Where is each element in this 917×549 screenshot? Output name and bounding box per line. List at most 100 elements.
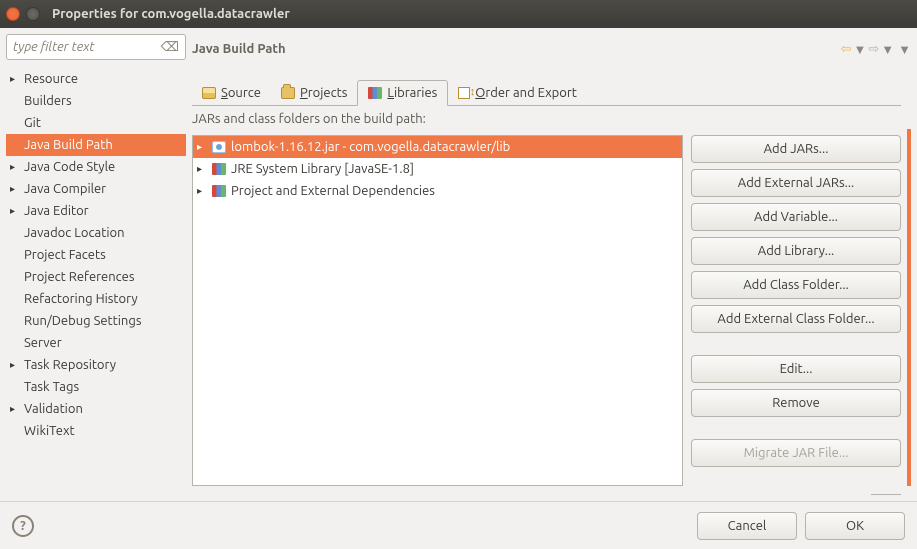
nav-item[interactable]: ▸Validation	[6, 398, 186, 420]
close-icon[interactable]	[6, 7, 20, 21]
nav-forward-menu-icon[interactable]: ▼	[881, 42, 894, 57]
add-external-jars-button[interactable]: Add External JARs...	[691, 169, 901, 197]
nav-item[interactable]: Task Tags	[6, 376, 186, 398]
source-icon	[202, 87, 216, 99]
expand-arrow-icon[interactable]: ▸	[10, 183, 22, 195]
add-external-class-folder-button[interactable]: Add External Class Folder...	[691, 305, 901, 333]
library-item[interactable]: ▸ Project and External Dependencies	[193, 180, 682, 202]
left-pane: type filter text ⌫ ▸ResourceBuildersGitJ…	[6, 34, 186, 495]
ok-button[interactable]: OK	[805, 512, 905, 540]
nav-extra-menu-icon[interactable]: ▼	[898, 42, 911, 57]
dialog-content: type filter text ⌫ ▸ResourceBuildersGitJ…	[0, 28, 917, 501]
expand-arrow-icon[interactable]: ▸	[10, 359, 22, 371]
library-item[interactable]: ▸ lombok-1.16.12.jar - com.vogella.datacr…	[193, 136, 682, 158]
expand-arrow-icon[interactable]: ▸	[10, 161, 22, 173]
nav-item-label: Java Code Style	[22, 160, 115, 174]
nav-tree: ▸ResourceBuildersGitJava Build Path▸Java…	[6, 64, 186, 495]
jar-icon	[212, 141, 226, 153]
clear-filter-icon[interactable]: ⌫	[161, 40, 179, 55]
library-item-label: Project and External Dependencies	[231, 184, 435, 198]
tab-projects[interactable]: Projects	[271, 80, 357, 106]
nav-item-label: Run/Debug Settings	[22, 314, 141, 328]
nav-item[interactable]: Java Build Path	[6, 134, 186, 156]
nav-item[interactable]: Git	[6, 112, 186, 134]
library-icon	[212, 163, 226, 175]
expand-arrow-icon[interactable]: ▸	[197, 141, 207, 153]
right-pane: Java Build Path ⇦ ▼ ⇨ ▼ ▼ Source Project…	[192, 34, 911, 495]
dialog-buttons: Cancel OK	[697, 512, 905, 540]
nav-item[interactable]: ▸Java Compiler	[6, 178, 186, 200]
tab-source[interactable]: Source	[192, 80, 271, 106]
nav-back-icon[interactable]: ⇦	[841, 42, 852, 57]
remove-button[interactable]: Remove	[691, 389, 901, 417]
tab-order[interactable]: Order and Export	[448, 80, 587, 106]
add-library-button[interactable]: Add Library...	[691, 237, 901, 265]
library-item[interactable]: ▸ JRE System Library [JavaSE-1.8]	[193, 158, 682, 180]
minimize-icon[interactable]	[26, 7, 40, 21]
nav-item-label: Resource	[22, 72, 78, 86]
libraries-icon	[368, 87, 382, 99]
nav-item[interactable]: ▸Task Repository	[6, 354, 186, 376]
build-body: ▸ lombok-1.16.12.jar - com.vogella.datacr…	[192, 129, 911, 486]
titlebar: Properties for com.vogella.datacrawler	[0, 0, 917, 28]
order-icon	[458, 87, 470, 99]
nav-item[interactable]: Javadoc Location	[6, 222, 186, 244]
nav-item-label: Project Facets	[22, 248, 106, 262]
nav-item-label: WikiText	[22, 424, 75, 438]
tab-libraries[interactable]: Libraries	[357, 80, 448, 106]
nav-item-label: Git	[22, 116, 41, 130]
nav-item-label: Java Build Path	[22, 138, 113, 152]
window-title: Properties for com.vogella.datacrawler	[52, 7, 290, 21]
nav-item[interactable]: Builders	[6, 90, 186, 112]
nav-item-label: Project References	[22, 270, 134, 284]
page-header: Java Build Path ⇦ ▼ ⇨ ▼ ▼	[192, 34, 911, 64]
library-item-label: JRE System Library [JavaSE-1.8]	[231, 162, 414, 176]
edit-button[interactable]: Edit...	[691, 355, 901, 383]
nav-arrows: ⇦ ▼ ⇨ ▼ ▼	[841, 42, 911, 57]
resize-grip	[871, 494, 901, 495]
nav-item[interactable]: WikiText	[6, 420, 186, 442]
library-icon	[212, 185, 226, 197]
nav-item[interactable]: Server	[6, 332, 186, 354]
libraries-tree[interactable]: ▸ lombok-1.16.12.jar - com.vogella.datacr…	[192, 135, 683, 486]
nav-item-label: Java Editor	[22, 204, 89, 218]
expand-arrow-icon[interactable]: ▸	[10, 73, 22, 85]
filter-input[interactable]: type filter text ⌫	[6, 34, 186, 60]
nav-item-label: Refactoring History	[22, 292, 138, 306]
projects-icon	[281, 87, 295, 99]
add-variable-button[interactable]: Add Variable...	[691, 203, 901, 231]
nav-item-label: Java Compiler	[22, 182, 106, 196]
nav-item[interactable]: ▸Java Editor	[6, 200, 186, 222]
nav-item[interactable]: Project Facets	[6, 244, 186, 266]
add-class-folder-button[interactable]: Add Class Folder...	[691, 271, 901, 299]
nav-item-label: Task Repository	[22, 358, 116, 372]
expand-arrow-icon[interactable]: ▸	[197, 163, 207, 175]
bottom-bar: ? Cancel OK	[0, 501, 917, 549]
library-item-label: lombok-1.16.12.jar - com.vogella.datacra…	[231, 140, 510, 154]
nav-item[interactable]: ▸Java Code Style	[6, 156, 186, 178]
cancel-button[interactable]: Cancel	[697, 512, 797, 540]
nav-item-label: Server	[22, 336, 62, 350]
nav-forward-icon[interactable]: ⇨	[868, 42, 879, 57]
nav-back-menu-icon[interactable]: ▼	[853, 42, 866, 57]
expand-arrow-icon[interactable]: ▸	[197, 185, 207, 197]
help-button[interactable]: ?	[12, 515, 34, 537]
migrate-jar-button: Migrate JAR File...	[691, 439, 901, 467]
tabs-row: Source Projects Libraries Order and Expo…	[192, 78, 911, 106]
nav-item[interactable]: Project References	[6, 266, 186, 288]
filter-placeholder: type filter text	[13, 40, 95, 54]
nav-item-label: Javadoc Location	[22, 226, 125, 240]
nav-item-label: Builders	[22, 94, 72, 108]
nav-item-label: Task Tags	[22, 380, 79, 394]
buttons-column: Add JARs... Add External JARs... Add Var…	[691, 135, 901, 486]
nav-item-label: Validation	[22, 402, 83, 416]
add-jars-button[interactable]: Add JARs...	[691, 135, 901, 163]
build-desc: JARs and class folders on the build path…	[192, 112, 911, 126]
nav-item[interactable]: Run/Debug Settings	[6, 310, 186, 332]
nav-item[interactable]: Refactoring History	[6, 288, 186, 310]
expand-arrow-icon[interactable]: ▸	[10, 403, 22, 415]
expand-arrow-icon[interactable]: ▸	[10, 205, 22, 217]
build-area: JARs and class folders on the build path…	[192, 106, 911, 495]
nav-item[interactable]: ▸Resource	[6, 68, 186, 90]
page-title: Java Build Path	[192, 42, 286, 56]
